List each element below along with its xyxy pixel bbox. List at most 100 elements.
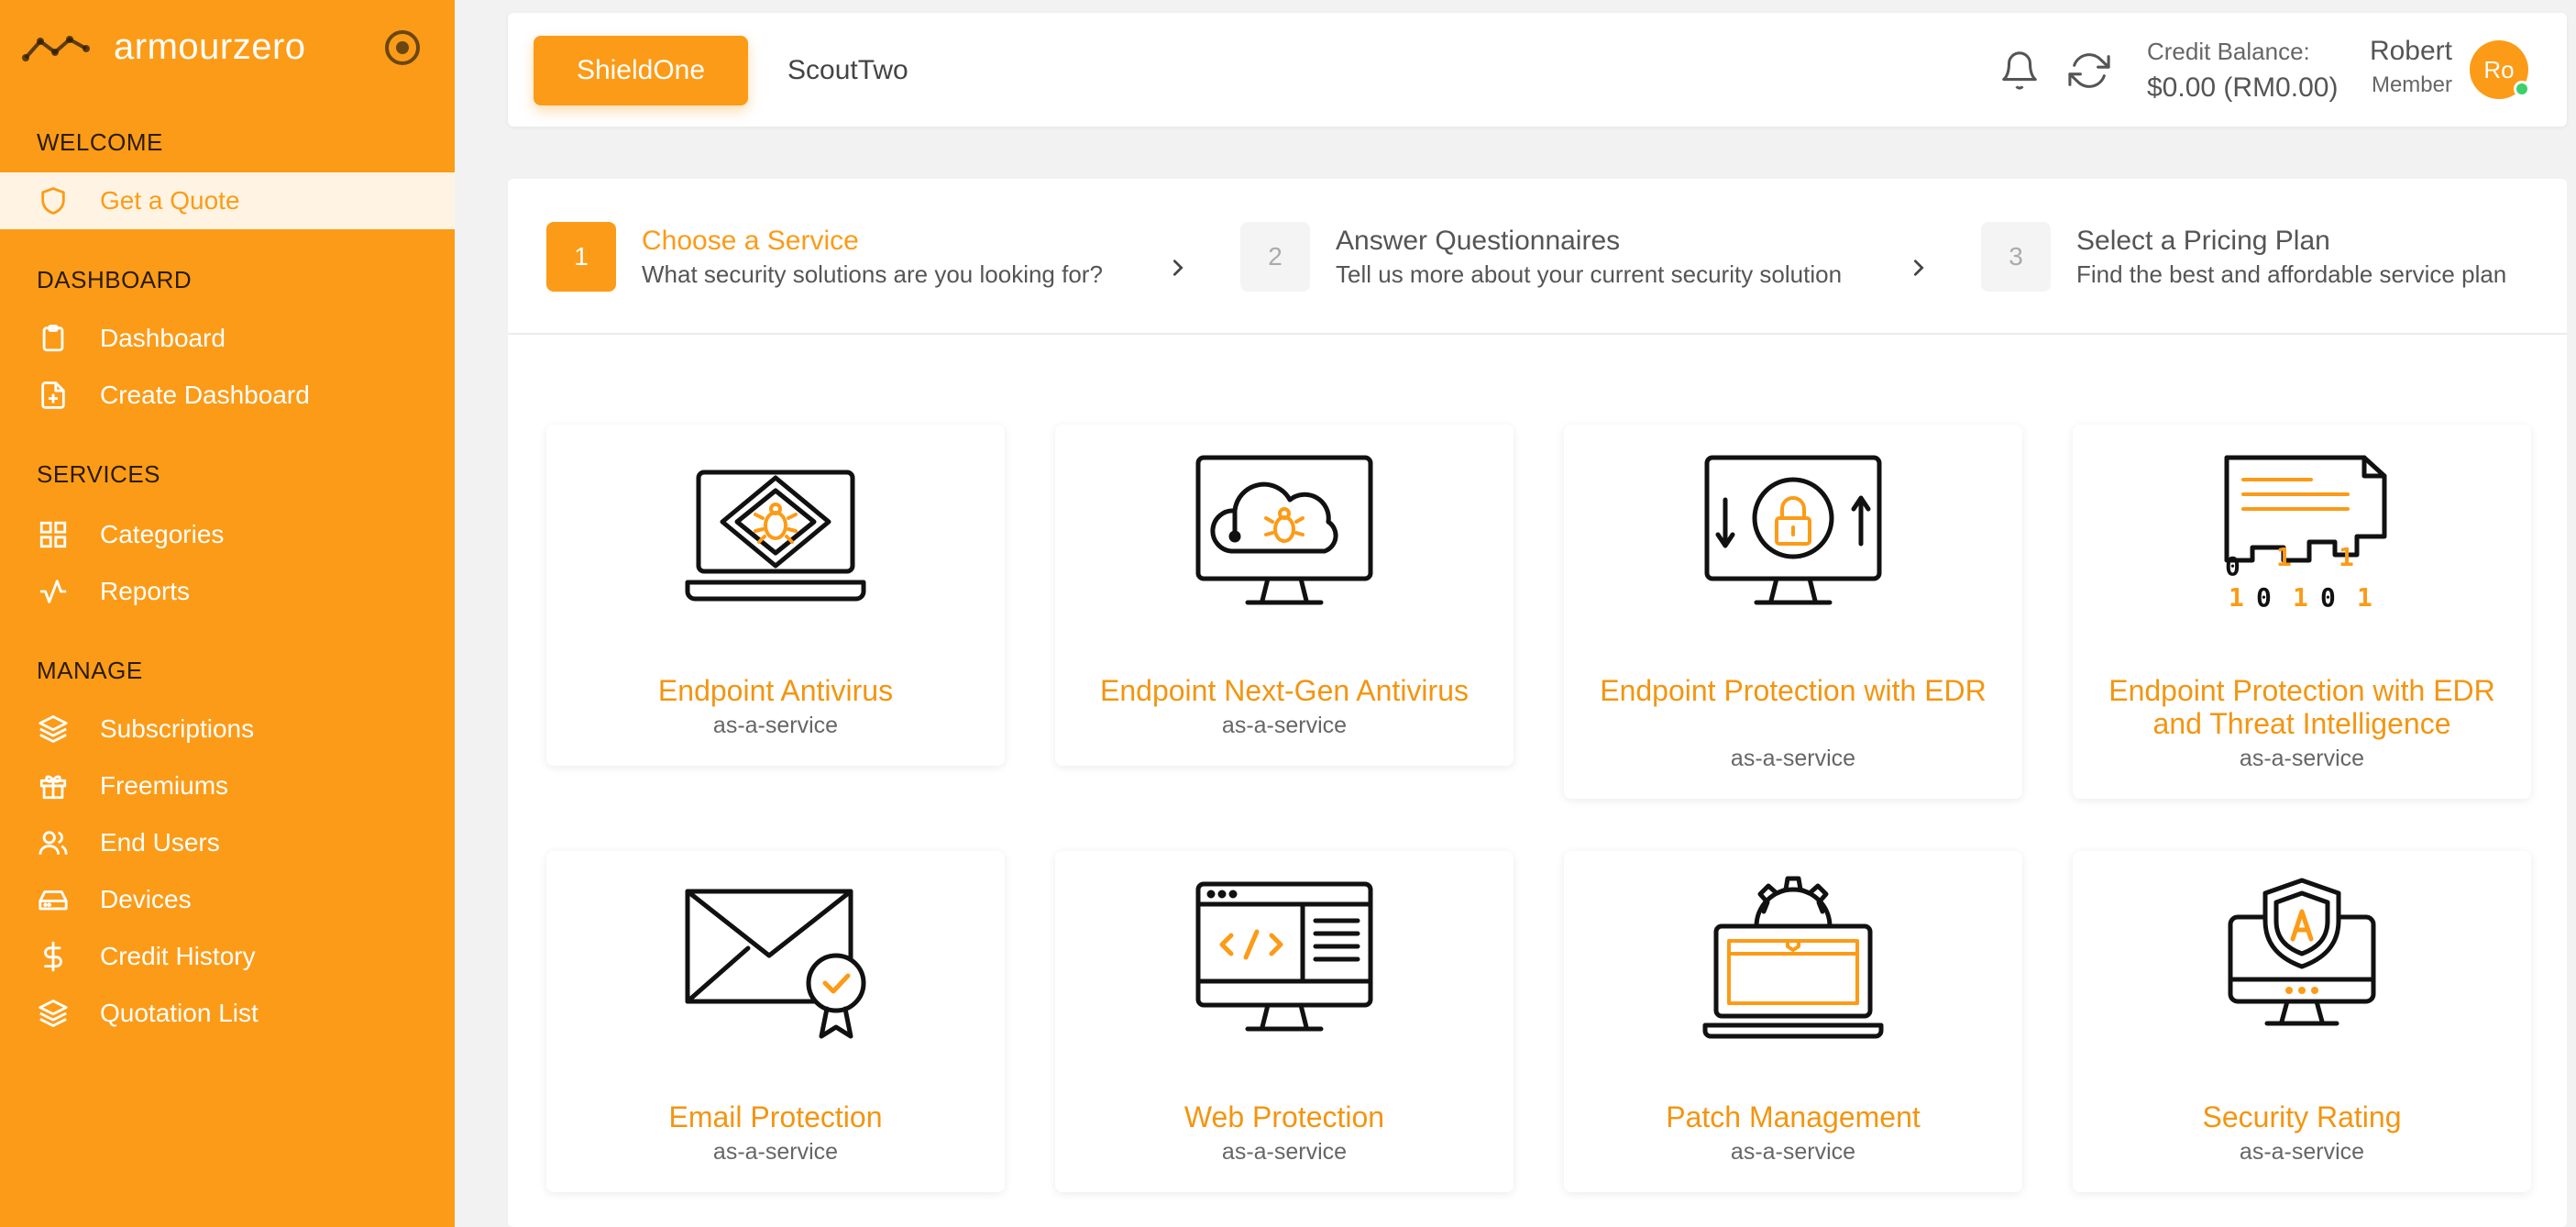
step-number: 1: [546, 222, 616, 292]
sidebar-item-quotation-list[interactable]: Quotation List: [0, 985, 455, 1042]
service-card-endpoint-protection-edr-ti[interactable]: 011 10101 Endpoint Protection with EDR a…: [2073, 425, 2531, 799]
service-card-endpoint-protection-edr[interactable]: Endpoint Protection with EDR as-a-servic…: [1564, 425, 2022, 799]
service-card-endpoint-nextgen-antivirus[interactable]: Endpoint Next-Gen Antivirus as-a-service: [1055, 425, 1514, 766]
svg-text:1: 1: [2339, 542, 2354, 572]
svg-text:0: 0: [2320, 582, 2336, 613]
sidebar-item-dashboard[interactable]: Dashboard: [0, 310, 455, 367]
user-role: Member: [2371, 72, 2452, 97]
section-welcome: WELCOME: [37, 128, 163, 156]
service-subtitle: as-a-service: [1221, 1139, 1348, 1165]
credit-amount: $0.00 (RM0.00): [2147, 72, 2339, 103]
sidebar-item-end-users[interactable]: End Users: [0, 814, 455, 871]
sidebar-item-label: Categories: [100, 520, 225, 548]
sidebar-item-devices[interactable]: Devices: [0, 871, 455, 928]
layers-icon: [37, 997, 70, 1030]
step-title: Select a Pricing Plan: [2076, 226, 2330, 256]
chevron-right-icon: [1913, 260, 1924, 276]
step-number: 3: [1981, 222, 2051, 292]
service-subtitle: as-a-service: [1730, 746, 1856, 771]
sidebar-item-label: Reports: [100, 577, 191, 605]
laptop-gear-icon: [1702, 876, 1884, 1039]
brand: armourzero: [22, 22, 425, 72]
service-subtitle: as-a-service: [712, 713, 839, 738]
user-name: Robert: [2369, 36, 2452, 66]
service-card-security-rating[interactable]: Security Rating as-a-service: [2073, 851, 2531, 1192]
file-plus-icon: [37, 379, 70, 412]
clipboard-icon: [37, 322, 70, 355]
step-subtitle: What security solutions are you looking …: [642, 260, 1103, 288]
service-subtitle: as-a-service: [2239, 746, 2365, 771]
monitor-shield-icon: [2228, 878, 2376, 1026]
service-title: Web Protection: [1183, 1100, 1385, 1133]
envelope-check-icon: [685, 889, 866, 1039]
layers-icon: [37, 713, 70, 746]
bell-icon[interactable]: [1998, 50, 2041, 92]
svg-text:1: 1: [2293, 582, 2308, 613]
sidebar-item-create-dashboard[interactable]: Create Dashboard: [0, 367, 455, 424]
hard-drive-icon: [37, 883, 70, 916]
laptop-bug-icon: [685, 470, 866, 602]
step-2[interactable]: 2 Answer Questionnaires Tell us more abo…: [1240, 221, 1842, 293]
service-card-email-protection[interactable]: Email Protection as-a-service: [546, 851, 1005, 1192]
sidebar-item-label: Credit History: [100, 942, 256, 970]
service-title: Patch Management: [1666, 1100, 1921, 1133]
svg-text:1: 1: [2276, 542, 2292, 572]
chevron-right-icon: [1172, 260, 1183, 276]
avatar[interactable]: Ro: [2470, 40, 2530, 99]
refresh-icon[interactable]: [2068, 50, 2110, 92]
main-panel: 1 Choose a Service What security solutio…: [508, 179, 2567, 1227]
step-title: Choose a Service: [642, 226, 859, 256]
sidebar-toggle-icon[interactable]: [385, 30, 420, 65]
service-title: Endpoint Protection with EDR and Threat …: [2108, 674, 2495, 740]
credit-balance: Credit Balance: $0.00 (RM0.00): [2147, 33, 2338, 106]
service-card-web-protection[interactable]: Web Protection as-a-service: [1055, 851, 1514, 1192]
document-binary-icon: 011 10101: [2224, 455, 2387, 613]
sidebar-item-label: Create Dashboard: [100, 381, 310, 409]
sidebar-item-get-a-quote[interactable]: Get a Quote: [0, 172, 455, 229]
service-title: Email Protection: [668, 1100, 883, 1133]
svg-text:1: 1: [2357, 582, 2372, 613]
step-3[interactable]: 3 Select a Pricing Plan Find the best an…: [1981, 221, 2506, 293]
sidebar-item-label: End Users: [100, 828, 220, 857]
sidebar-item-categories[interactable]: Categories: [0, 506, 455, 563]
svg-text:1: 1: [2229, 582, 2244, 613]
sidebar-item-credit-history[interactable]: Credit History: [0, 928, 455, 985]
service-card-endpoint-antivirus[interactable]: Endpoint Antivirus as-a-service: [546, 425, 1005, 766]
brand-name: armourzero: [114, 26, 306, 67]
svg-text:0: 0: [2256, 582, 2272, 613]
service-subtitle: as-a-service: [1221, 713, 1348, 738]
sidebar-item-label: Devices: [100, 885, 192, 913]
service-subtitle: as-a-service: [1730, 1139, 1856, 1165]
sidebar-item-reports[interactable]: Reports: [0, 563, 455, 620]
step-number: 2: [1240, 222, 1310, 292]
section-services: SERVICES: [37, 460, 161, 488]
service-card-patch-management[interactable]: Patch Management as-a-service: [1564, 851, 2022, 1192]
avatar-initials: Ro: [2483, 55, 2515, 83]
sidebar-item-subscriptions[interactable]: Subscriptions: [0, 701, 455, 757]
sidebar-item-freemiums[interactable]: Freemiums: [0, 757, 455, 814]
monitor-lock-icon: [1704, 455, 1882, 605]
users-icon: [37, 826, 70, 859]
dollar-icon: [37, 940, 70, 973]
service-title: Endpoint Protection with EDR: [1600, 674, 1987, 707]
logo-icon: [22, 36, 90, 61]
user-info[interactable]: Robert Member: [2364, 33, 2452, 101]
activity-icon: [37, 575, 70, 608]
sidebar-item-label: Quotation List: [100, 999, 259, 1027]
grid-icon: [37, 518, 70, 551]
service-title: Endpoint Antivirus: [657, 674, 894, 707]
online-status-dot: [2514, 81, 2530, 97]
sidebar-item-label: Get a Quote: [100, 186, 240, 215]
section-manage: MANAGE: [37, 657, 143, 684]
section-dashboard: DASHBOARD: [37, 266, 193, 293]
credit-label: Credit Balance:: [2147, 38, 2310, 65]
svg-text:0: 0: [2225, 551, 2240, 581]
topbar: ShieldOne ScoutTwo Credit Balance: $0.00…: [508, 13, 2567, 127]
tab-shieldone[interactable]: ShieldOne: [534, 36, 748, 105]
step-subtitle: Find the best and affordable service pla…: [2076, 260, 2507, 288]
step-1[interactable]: 1 Choose a Service What security solutio…: [546, 221, 1103, 293]
sidebar-item-label: Dashboard: [100, 324, 226, 352]
step-subtitle: Tell us more about your current security…: [1336, 260, 1843, 288]
tab-scouttwo[interactable]: ScoutTwo: [787, 36, 908, 105]
step-title: Answer Questionnaires: [1336, 226, 1621, 256]
